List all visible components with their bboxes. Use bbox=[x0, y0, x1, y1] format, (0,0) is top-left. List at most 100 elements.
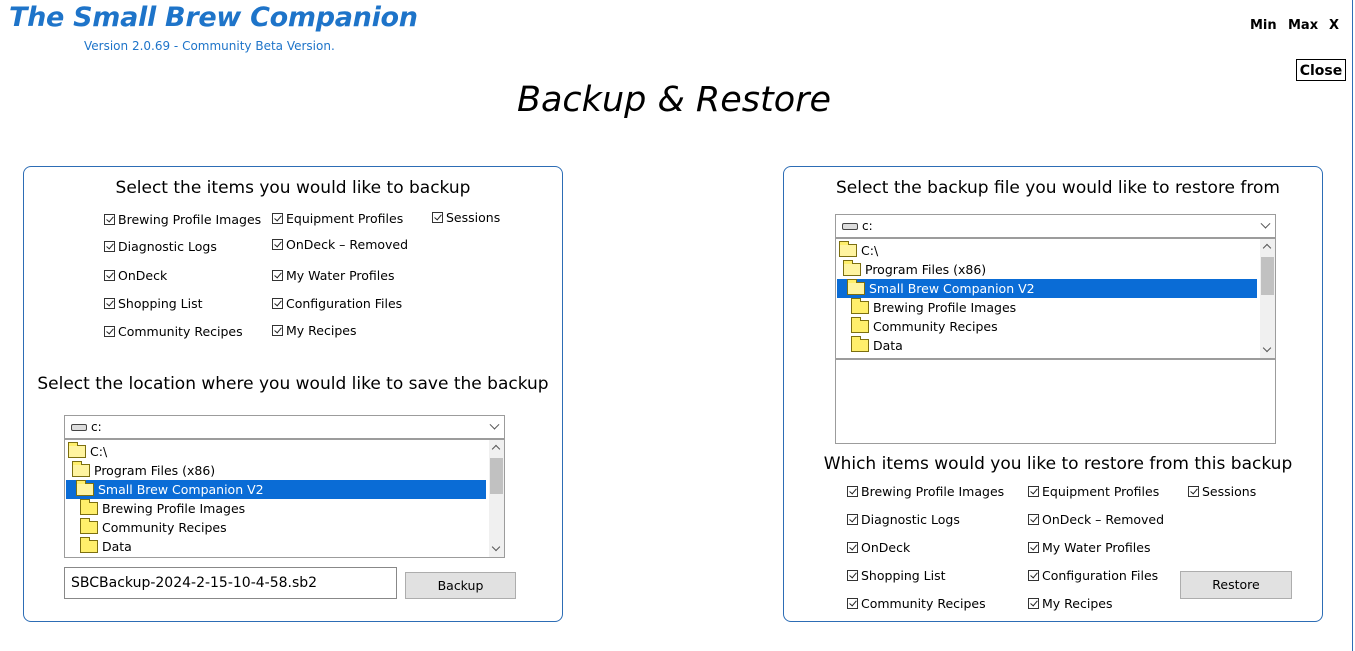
directory-item[interactable]: Data bbox=[80, 537, 132, 556]
directory-item[interactable]: Brewing Profile Images bbox=[80, 499, 245, 518]
checkbox-checked-icon bbox=[847, 598, 858, 609]
checkbox-label: My Water Profiles bbox=[286, 268, 395, 283]
backup-checkbox-ondeck[interactable]: OnDeck bbox=[104, 268, 167, 283]
restore-drive-select[interactable]: c: bbox=[835, 214, 1276, 238]
restore-checkbox-diagnostic-logs[interactable]: Diagnostic Logs bbox=[847, 512, 960, 527]
restore-directory-scrollbar[interactable] bbox=[1260, 239, 1275, 358]
backup-directory-scrollbar[interactable] bbox=[489, 440, 504, 557]
checkbox-label: Sessions bbox=[446, 210, 501, 225]
restore-checkbox-my-recipes[interactable]: My Recipes bbox=[1028, 596, 1112, 611]
restore-checkbox-shopping-list[interactable]: Shopping List bbox=[847, 568, 946, 583]
checkbox-label: OnDeck – Removed bbox=[286, 237, 409, 252]
checkbox-checked-icon bbox=[1028, 570, 1039, 581]
folder-icon bbox=[851, 298, 869, 314]
backup-panel: Select the items you would like to backu… bbox=[23, 166, 563, 622]
backup-checkbox-shopping-list[interactable]: Shopping List bbox=[104, 296, 203, 311]
checkbox-label: OnDeck bbox=[118, 268, 168, 283]
backup-checkbox-my-recipes[interactable]: My Recipes bbox=[272, 323, 356, 338]
backup-drive-select[interactable]: c: bbox=[64, 415, 505, 439]
folder-open-icon bbox=[68, 442, 86, 458]
checkbox-label: Sessions bbox=[1202, 484, 1257, 499]
checkbox-checked-icon bbox=[104, 241, 115, 252]
checkbox-label: Community Recipes bbox=[118, 324, 243, 339]
restore-file-list[interactable] bbox=[835, 359, 1276, 444]
restore-checkbox-ondeck-removed[interactable]: OnDeck – Removed bbox=[1028, 512, 1164, 527]
checkbox-label: Diagnostic Logs bbox=[861, 512, 960, 527]
backup-checkbox-ondeck-removed[interactable]: OnDeck – Removed bbox=[272, 237, 408, 252]
scroll-up-icon[interactable] bbox=[1262, 243, 1272, 253]
folder-icon bbox=[80, 518, 98, 534]
scroll-thumb[interactable] bbox=[490, 458, 503, 494]
window-close-button[interactable]: X bbox=[1329, 18, 1339, 33]
checkbox-checked-icon bbox=[104, 298, 115, 309]
checkbox-label: Equipment Profiles bbox=[286, 211, 404, 226]
backup-checkbox-diagnostic-logs[interactable]: Diagnostic Logs bbox=[104, 239, 217, 254]
maximize-button[interactable]: Max bbox=[1288, 18, 1318, 33]
backup-checkbox-sessions[interactable]: Sessions bbox=[432, 210, 500, 225]
backup-filename-input[interactable]: SBCBackup-2024-2-15-10-4-58.sb2 bbox=[64, 567, 397, 599]
folder-icon bbox=[851, 317, 869, 333]
directory-item[interactable]: Program Files (x86) bbox=[72, 461, 215, 480]
scroll-thumb[interactable] bbox=[1261, 257, 1274, 295]
checkbox-label: Equipment Profiles bbox=[1042, 484, 1160, 499]
checkbox-label: Community Recipes bbox=[861, 596, 986, 611]
checkbox-checked-icon bbox=[847, 514, 858, 525]
backup-checkbox-equipment-profiles[interactable]: Equipment Profiles bbox=[272, 211, 403, 226]
restore-items-heading: Which items would you like to restore fr… bbox=[823, 454, 1293, 474]
checkbox-label: Shopping List bbox=[861, 568, 946, 583]
backup-checkbox-my-water-profiles[interactable]: My Water Profiles bbox=[272, 268, 394, 283]
drive-label: c: bbox=[862, 219, 873, 233]
directory-item-selected[interactable]: Small Brew Companion V2 bbox=[66, 480, 486, 499]
checkbox-checked-icon bbox=[272, 270, 283, 281]
app-title: The Small Brew Companion bbox=[9, 2, 418, 33]
close-button[interactable]: Close bbox=[1296, 59, 1346, 81]
folder-icon bbox=[80, 499, 98, 515]
drive-icon bbox=[71, 423, 87, 431]
backup-directory-list[interactable]: C:\ Program Files (x86) Small Brew Compa… bbox=[64, 439, 505, 558]
restore-directory-list[interactable]: C:\ Program Files (x86) Small Brew Compa… bbox=[835, 238, 1276, 359]
chevron-down-icon bbox=[1260, 218, 1271, 229]
checkbox-checked-icon bbox=[104, 270, 115, 281]
restore-checkbox-ondeck[interactable]: OnDeck bbox=[847, 540, 910, 555]
scroll-down-icon[interactable] bbox=[491, 542, 501, 552]
directory-item[interactable]: Community Recipes bbox=[80, 518, 227, 537]
directory-item[interactable]: Program Files (x86) bbox=[843, 260, 986, 279]
restore-checkbox-equipment-profiles[interactable]: Equipment Profiles bbox=[1028, 484, 1159, 499]
checkbox-checked-icon bbox=[1028, 486, 1039, 497]
checkbox-checked-icon bbox=[272, 325, 283, 336]
directory-item[interactable]: Data bbox=[851, 336, 903, 355]
restore-checkbox-brewing-profile-images[interactable]: Brewing Profile Images bbox=[847, 484, 1004, 499]
checkbox-label: Brewing Profile Images bbox=[118, 212, 262, 227]
folder-open-icon bbox=[76, 480, 94, 496]
folder-open-icon bbox=[843, 260, 861, 276]
checkbox-checked-icon bbox=[847, 570, 858, 581]
backup-checkbox-brewing-profile-images[interactable]: Brewing Profile Images bbox=[104, 212, 261, 227]
window-edge bbox=[1352, 0, 1353, 651]
directory-item-selected[interactable]: Small Brew Companion V2 bbox=[837, 279, 1257, 298]
restore-checkbox-community-recipes[interactable]: Community Recipes bbox=[847, 596, 986, 611]
checkbox-label: My Recipes bbox=[1042, 596, 1113, 611]
directory-item[interactable]: Community Recipes bbox=[851, 317, 998, 336]
checkbox-label: My Recipes bbox=[286, 323, 357, 338]
restore-button[interactable]: Restore bbox=[1180, 571, 1292, 599]
checkbox-label: Diagnostic Logs bbox=[118, 239, 217, 254]
minimize-button[interactable]: Min bbox=[1250, 18, 1277, 33]
checkbox-checked-icon bbox=[104, 326, 115, 337]
restore-checkbox-configuration-files[interactable]: Configuration Files bbox=[1028, 568, 1158, 583]
backup-checkbox-configuration-files[interactable]: Configuration Files bbox=[272, 296, 402, 311]
directory-item[interactable]: C:\ bbox=[839, 241, 878, 260]
scroll-up-icon[interactable] bbox=[491, 444, 501, 454]
scroll-down-icon[interactable] bbox=[1262, 343, 1272, 353]
restore-checkbox-my-water-profiles[interactable]: My Water Profiles bbox=[1028, 540, 1150, 555]
backup-checkbox-community-recipes[interactable]: Community Recipes bbox=[104, 324, 243, 339]
page-title: Backup & Restore bbox=[516, 80, 832, 120]
chevron-down-icon bbox=[489, 419, 500, 430]
checkbox-label: Brewing Profile Images bbox=[861, 484, 1005, 499]
folder-open-icon bbox=[72, 461, 90, 477]
directory-item[interactable]: C:\ bbox=[68, 442, 107, 461]
backup-button[interactable]: Backup bbox=[405, 572, 516, 599]
directory-item[interactable]: Brewing Profile Images bbox=[851, 298, 1016, 317]
checkbox-label: Shopping List bbox=[118, 296, 203, 311]
folder-open-icon bbox=[847, 279, 865, 295]
restore-checkbox-sessions[interactable]: Sessions bbox=[1188, 484, 1256, 499]
